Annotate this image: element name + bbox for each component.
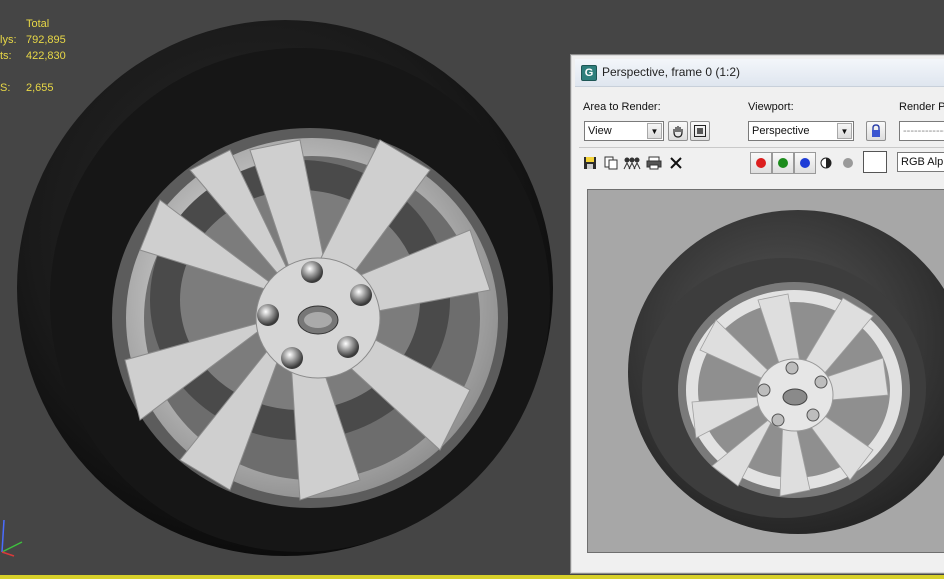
hand-icon [673, 126, 683, 138]
clear-icon [670, 157, 682, 169]
save-image-button[interactable] [581, 154, 599, 172]
lock-icon [872, 124, 880, 137]
alpha-channel-toggle[interactable] [817, 154, 835, 172]
area-to-render-dropdown[interactable]: View ▼ [584, 121, 664, 141]
display-channel-dropdown[interactable]: RGB Alp [897, 152, 944, 172]
mono-icon [843, 158, 853, 168]
render-preset-label: Render P [899, 101, 944, 113]
print-icon [646, 156, 662, 170]
chevron-down-icon: ▼ [837, 123, 852, 139]
save-icon [584, 157, 596, 169]
stats-header: Total [26, 18, 50, 30]
rendered-image-area[interactable] [587, 189, 944, 553]
red-channel-toggle[interactable] [750, 152, 772, 174]
viewport-dropdown[interactable]: Perspective ▼ [748, 121, 854, 141]
alpha-icon [820, 157, 832, 169]
stats-label: lys: [0, 34, 17, 46]
region-icon [694, 125, 706, 137]
print-image-button[interactable] [645, 154, 663, 172]
axis-gizmo-icon [1, 519, 23, 557]
green-channel-toggle[interactable] [772, 152, 794, 174]
clear-image-button[interactable] [667, 154, 685, 172]
viewport-value: Perspective [752, 125, 810, 137]
monochrome-toggle[interactable] [839, 154, 857, 172]
3dsmax-icon: G [581, 65, 597, 81]
blue-dot-icon [800, 158, 810, 168]
clone-icon [623, 157, 641, 170]
stats-label: S: [0, 82, 11, 94]
auto-region-button[interactable] [690, 121, 710, 141]
copy-icon [604, 156, 618, 170]
stats-label: ts: [0, 50, 12, 62]
rendered-wheel-image [628, 210, 944, 534]
blue-channel-toggle[interactable] [794, 152, 816, 174]
display-channel-value: RGB Alp [901, 156, 944, 168]
area-to-render-label: Area to Render: [583, 101, 661, 113]
lock-viewport-button[interactable] [866, 121, 886, 141]
stats-value: 422,830 [26, 50, 66, 62]
background-color-swatch[interactable] [863, 151, 887, 173]
toolbar-divider [579, 147, 944, 148]
viewport-label: Viewport: [748, 101, 794, 113]
copy-image-button[interactable] [602, 154, 620, 172]
clone-window-button[interactable] [623, 154, 641, 172]
stats-value: 792,895 [26, 34, 66, 46]
stats-value: 2,655 [26, 82, 54, 94]
chevron-down-icon: ▼ [647, 123, 662, 139]
window-title: Perspective, frame 0 (1:2) [602, 65, 741, 79]
green-dot-icon [778, 158, 788, 168]
area-to-render-value: View [588, 125, 612, 137]
rendered-frame-window[interactable]: G Perspective, frame 0 (1:2) Area to Ren… [570, 54, 944, 574]
red-dot-icon [756, 158, 766, 168]
edit-region-button[interactable] [668, 121, 688, 141]
render-preset-dropdown[interactable]: ------------ [899, 121, 944, 141]
time-slider-bar[interactable] [0, 575, 944, 579]
render-preset-value: ------------ [903, 125, 944, 137]
window-titlebar[interactable]: G Perspective, frame 0 (1:2) [575, 59, 944, 87]
